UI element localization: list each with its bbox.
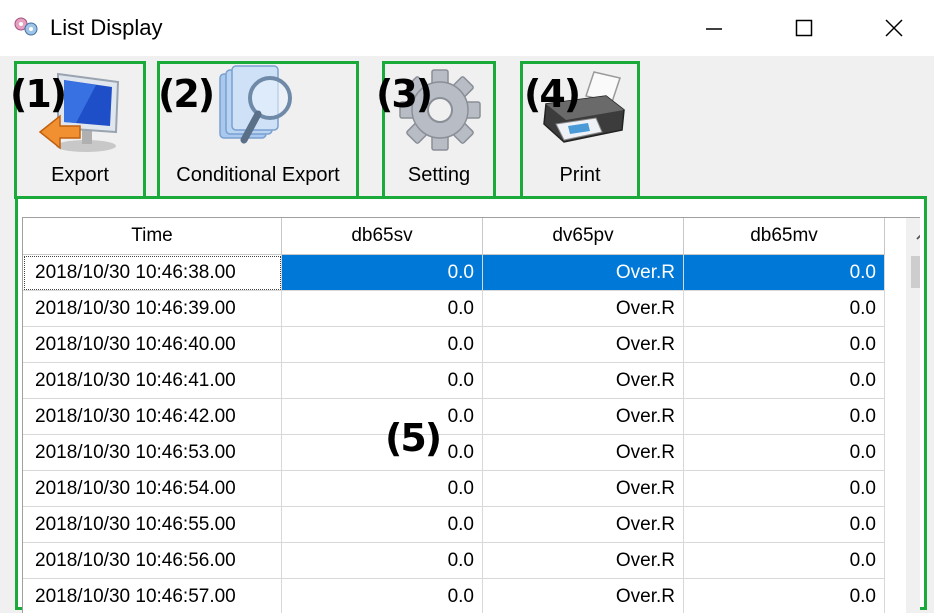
table-row[interactable]: 2018/10/30 10:46:53.00 0.0 Over.R 0.0	[23, 435, 885, 471]
list-grid[interactable]: Time db65sv dv65pv db65mv 2018/10/30 10:…	[22, 217, 920, 613]
chevron-up-icon	[915, 231, 921, 241]
db65mv-cell: 0.0	[684, 255, 885, 291]
maximize-button[interactable]	[778, 8, 830, 48]
annotation-number-2: (2)	[158, 72, 213, 116]
annotation-number-1: (1)	[10, 72, 65, 116]
db65sv-cell: 0.0	[282, 471, 483, 507]
table-row[interactable]: 2018/10/30 10:46:39.00 0.0 Over.R 0.0	[23, 291, 885, 327]
dv65pv-cell: Over.R	[483, 543, 684, 579]
close-button[interactable]	[868, 8, 920, 48]
table-row[interactable]: 2018/10/30 10:46:56.00 0.0 Over.R 0.0	[23, 543, 885, 579]
annotation-number-5: (5)	[385, 416, 440, 460]
db65mv-cell: 0.0	[684, 579, 885, 613]
table-row[interactable]: 2018/10/30 10:46:41.00 0.0 Over.R 0.0	[23, 363, 885, 399]
db65sv-cell: 0.0	[282, 363, 483, 399]
annotation-number-3: (3)	[376, 72, 431, 116]
dv65pv-cell: Over.R	[483, 507, 684, 543]
window-title: List Display	[50, 15, 162, 41]
db65sv-cell: 0.0	[282, 507, 483, 543]
dv65pv-cell: Over.R	[483, 291, 684, 327]
time-cell: 2018/10/30 10:46:40.00	[23, 327, 282, 363]
minimize-icon	[704, 18, 724, 38]
table-row[interactable]: 2018/10/30 10:46:55.00 0.0 Over.R 0.0	[23, 507, 885, 543]
db65mv-cell: 0.0	[684, 435, 885, 471]
column-header-time[interactable]: Time	[23, 218, 282, 255]
table-row[interactable]: 2018/10/30 10:46:54.00 0.0 Over.R 0.0	[23, 471, 885, 507]
time-cell: 2018/10/30 10:46:41.00	[23, 363, 282, 399]
db65sv-cell: 0.0	[282, 543, 483, 579]
dv65pv-cell: Over.R	[483, 579, 684, 613]
db65mv-cell: 0.0	[684, 327, 885, 363]
maximize-icon	[794, 18, 814, 38]
db65sv-cell: 0.0	[282, 435, 483, 471]
time-cell: 2018/10/30 10:46:55.00	[23, 507, 282, 543]
dv65pv-cell: Over.R	[483, 435, 684, 471]
scrollbar-thumb[interactable]	[911, 256, 920, 288]
data-table: Time db65sv dv65pv db65mv 2018/10/30 10:…	[23, 218, 885, 613]
dv65pv-cell: Over.R	[483, 471, 684, 507]
vertical-scrollbar[interactable]	[906, 218, 920, 613]
db65mv-cell: 0.0	[684, 363, 885, 399]
table-row[interactable]: 2018/10/30 10:46:57.00 0.0 Over.R 0.0	[23, 579, 885, 613]
scroll-up-button[interactable]	[906, 218, 920, 254]
table-row[interactable]: 2018/10/30 10:46:40.00 0.0 Over.R 0.0	[23, 327, 885, 363]
db65sv-cell: 0.0	[282, 399, 483, 435]
dv65pv-cell: Over.R	[483, 399, 684, 435]
column-header-dv65pv[interactable]: dv65pv	[483, 218, 684, 255]
time-cell: 2018/10/30 10:46:42.00	[23, 399, 282, 435]
time-cell: 2018/10/30 10:46:38.00	[23, 255, 282, 291]
db65sv-cell: 0.0	[282, 579, 483, 613]
dv65pv-cell: Over.R	[483, 255, 684, 291]
db65sv-cell: 0.0	[282, 327, 483, 363]
minimize-button[interactable]	[688, 8, 740, 48]
time-cell: 2018/10/30 10:46:53.00	[23, 435, 282, 471]
dv65pv-cell: Over.R	[483, 327, 684, 363]
db65mv-cell: 0.0	[684, 291, 885, 327]
title-bar: List Display	[0, 0, 934, 56]
close-icon	[884, 18, 904, 38]
time-cell: 2018/10/30 10:46:54.00	[23, 471, 282, 507]
db65mv-cell: 0.0	[684, 507, 885, 543]
column-header-db65sv[interactable]: db65sv	[282, 218, 483, 255]
time-cell: 2018/10/30 10:46:57.00	[23, 579, 282, 613]
db65mv-cell: 0.0	[684, 543, 885, 579]
dv65pv-cell: Over.R	[483, 363, 684, 399]
annotation-number-4: (4)	[524, 72, 579, 116]
db65sv-cell: 0.0	[282, 291, 483, 327]
header-row: Time db65sv dv65pv db65mv	[23, 218, 885, 255]
db65mv-cell: 0.0	[684, 399, 885, 435]
time-cell: 2018/10/30 10:46:56.00	[23, 543, 282, 579]
column-header-db65mv[interactable]: db65mv	[684, 218, 885, 255]
gears-app-icon	[13, 16, 39, 38]
time-cell: 2018/10/30 10:46:39.00	[23, 291, 282, 327]
table-row[interactable]: 2018/10/30 10:46:42.00 0.0 Over.R 0.0	[23, 399, 885, 435]
db65mv-cell: 0.0	[684, 471, 885, 507]
table-row[interactable]: 2018/10/30 10:46:38.00 0.0 Over.R 0.0	[23, 255, 885, 291]
db65sv-cell: 0.0	[282, 255, 483, 291]
